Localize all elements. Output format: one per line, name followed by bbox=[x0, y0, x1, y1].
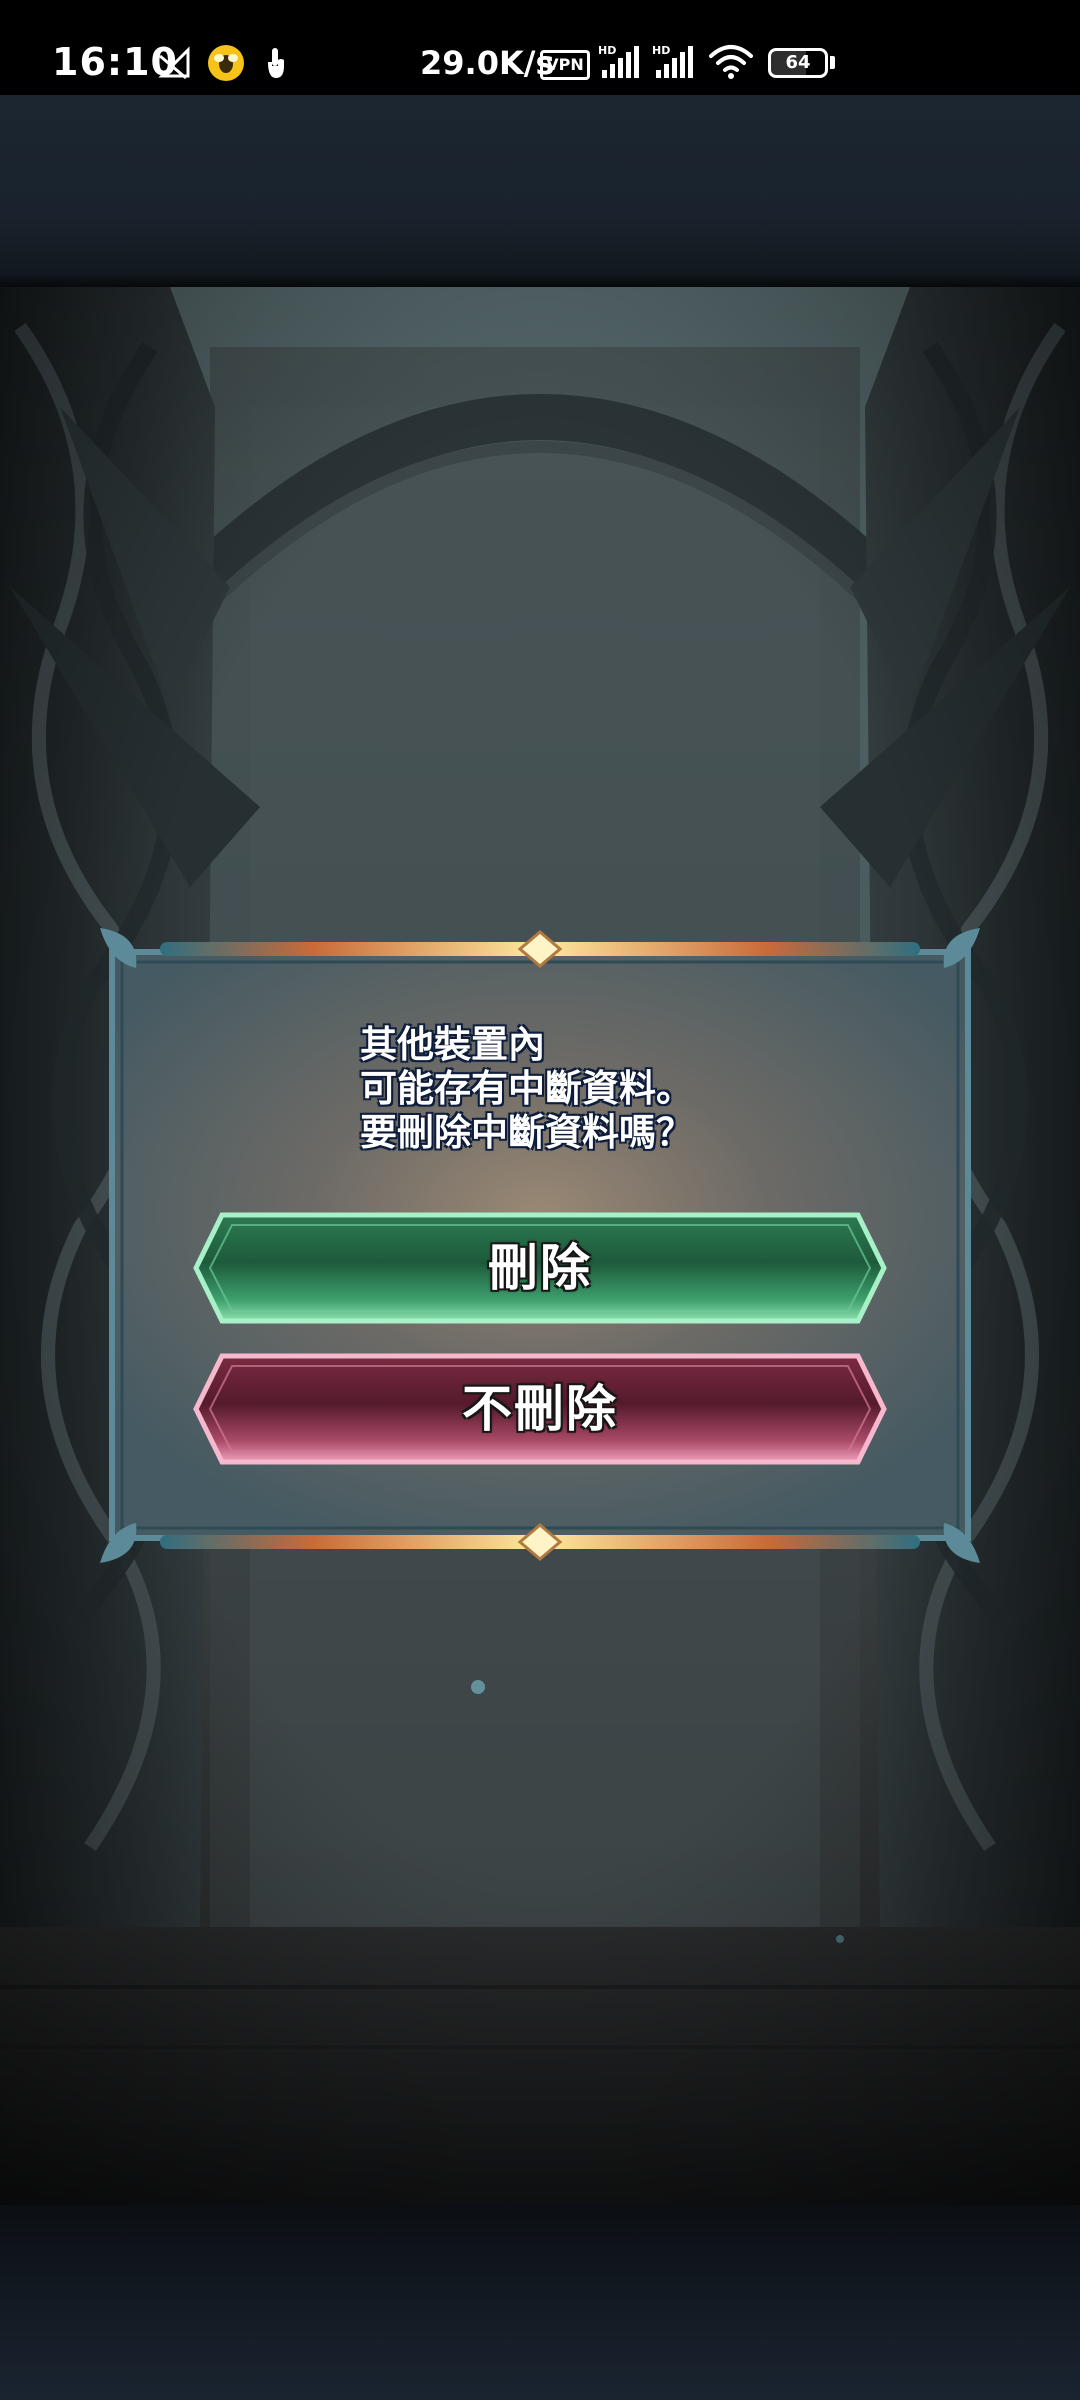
signal-hd-icon: HD bbox=[598, 44, 639, 78]
keep-button-label: 不刪除 bbox=[462, 1380, 618, 1438]
vpn-badge: VPN bbox=[540, 50, 590, 80]
network-speed: 29.0K/s bbox=[420, 44, 555, 82]
message-line: 要刪除中斷資料嗎？ bbox=[360, 1111, 693, 1154]
confirm-dialog: 其他裝置內 可能存有中斷資料。 要刪除中斷資料嗎？ 刪除 不刪除 bbox=[100, 928, 980, 1563]
svg-text:HD: HD bbox=[652, 44, 670, 57]
top-letterbox bbox=[0, 95, 1080, 287]
status-bar: 16:10 29.0K/s VPN HD HD 64 bbox=[0, 0, 1080, 95]
no-data-icon bbox=[158, 46, 190, 80]
keep-button[interactable]: 不刪除 bbox=[192, 1352, 888, 1466]
delete-button-label: 刪除 bbox=[488, 1239, 592, 1297]
touch-icon bbox=[268, 48, 284, 78]
bee-app-icon bbox=[208, 45, 244, 81]
message-line: 其他裝置內 bbox=[360, 1023, 545, 1066]
bottom-letterbox bbox=[0, 2205, 1080, 2400]
delete-button[interactable]: 刪除 bbox=[192, 1211, 888, 1325]
wifi-icon bbox=[709, 45, 753, 79]
battery-icon: 64 bbox=[768, 48, 828, 78]
svg-text:HD: HD bbox=[598, 44, 616, 57]
battery-level: 64 bbox=[785, 52, 811, 73]
message-line: 可能存有中斷資料。 bbox=[360, 1067, 693, 1110]
dialog-message: 其他裝置內 可能存有中斷資料。 要刪除中斷資料嗎？ bbox=[360, 1023, 860, 1155]
signal-hd-icon: HD bbox=[652, 44, 693, 78]
game-screen: 16:10 29.0K/s VPN HD HD 64 其他裝置內 可能存有中斷資… bbox=[0, 0, 1080, 2400]
